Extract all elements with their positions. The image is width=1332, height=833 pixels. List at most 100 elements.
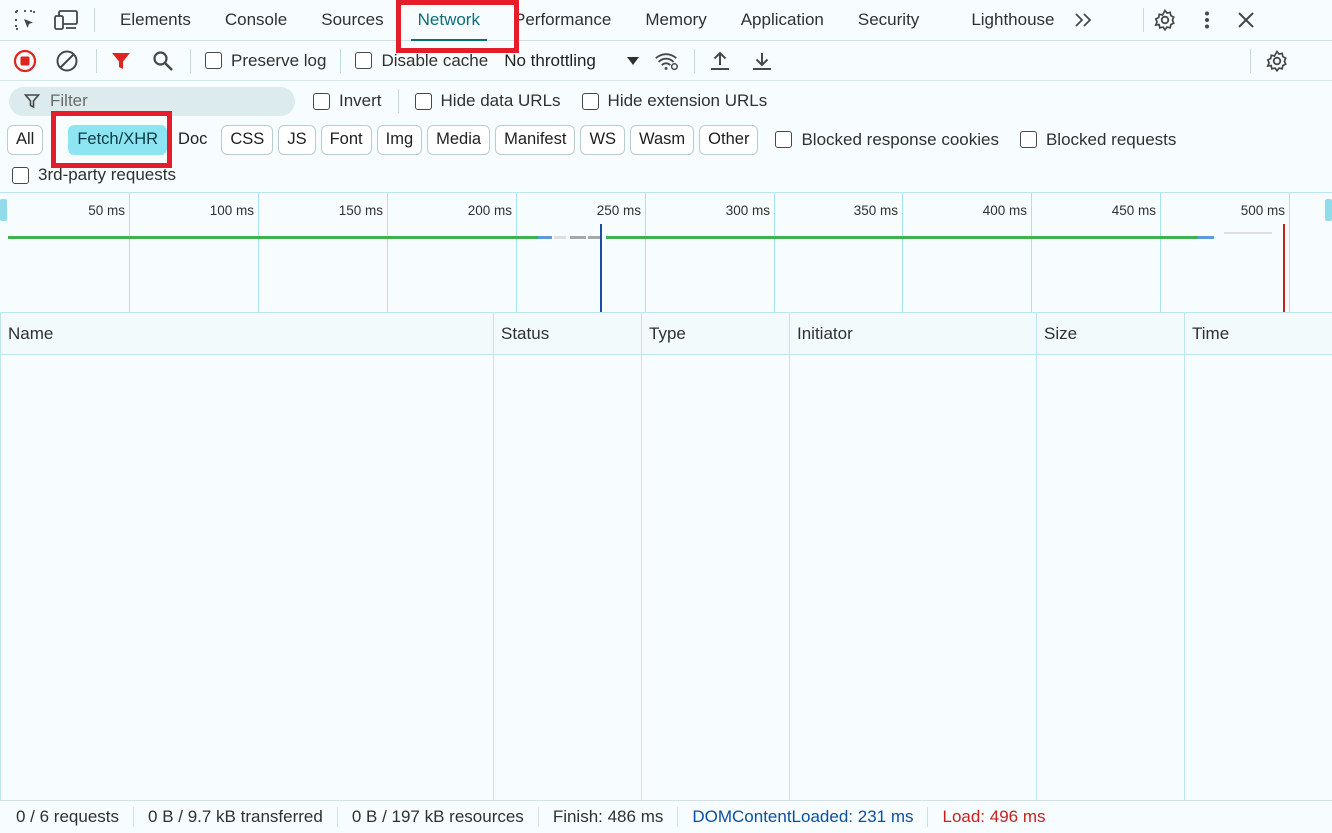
devtools-tab-bar: Elements Console Sources Network Perform… bbox=[0, 0, 1332, 41]
kebab-menu-icon[interactable] bbox=[1194, 7, 1220, 33]
invert-checkbox[interactable]: Invert bbox=[313, 91, 382, 111]
timeline-gridline bbox=[387, 193, 388, 312]
export-har-icon[interactable] bbox=[749, 48, 775, 74]
select-element-icon[interactable] bbox=[12, 7, 38, 33]
timeline-tick-label: 350 ms bbox=[853, 203, 898, 218]
dom-content-loaded-marker bbox=[600, 224, 602, 312]
type-filter-img[interactable]: Img bbox=[376, 124, 423, 155]
checkbox-box[interactable] bbox=[205, 52, 222, 69]
hide-data-urls-checkbox[interactable]: Hide data URLs bbox=[414, 91, 561, 111]
filter-icon[interactable] bbox=[108, 48, 134, 74]
device-toolbar-icon[interactable] bbox=[54, 7, 80, 33]
timeline-tick-label: 150 ms bbox=[338, 203, 383, 218]
blocked-requests-checkbox[interactable]: Blocked requests bbox=[1019, 130, 1176, 150]
checkbox-box[interactable] bbox=[355, 52, 373, 69]
timeline-request-bar bbox=[570, 236, 586, 239]
tab-elements[interactable]: Elements bbox=[103, 0, 208, 41]
network-overview-timeline[interactable]: 50 ms 100 ms 150 ms 200 ms 250 ms 300 ms 350 m… bbox=[0, 192, 1332, 313]
finish-time: Finish: 486 ms bbox=[539, 807, 679, 827]
checkbox-box[interactable] bbox=[12, 166, 29, 184]
type-filter-doc[interactable]: Doc bbox=[169, 125, 216, 155]
timeline-gridline bbox=[1289, 193, 1290, 312]
timeline-gridline bbox=[902, 193, 903, 312]
request-table-header: Name Status Type Initiator Size Time bbox=[1, 313, 1332, 355]
column-header-name[interactable]: Name bbox=[1, 313, 494, 354]
divider bbox=[94, 8, 95, 32]
search-icon[interactable] bbox=[150, 48, 176, 74]
column-divider bbox=[1036, 355, 1037, 800]
checkbox-box[interactable] bbox=[313, 92, 330, 110]
tab-memory[interactable]: Memory bbox=[628, 0, 723, 41]
record-stop-icon[interactable] bbox=[12, 48, 38, 74]
column-header-initiator[interactable]: Initiator bbox=[790, 313, 1037, 354]
type-filter-wasm[interactable]: Wasm bbox=[630, 124, 695, 155]
type-filter-manifest[interactable]: Manifest bbox=[495, 124, 576, 155]
network-toolbar: Preserve log Disable cache No throttling bbox=[0, 41, 1332, 81]
timeline-request-bar bbox=[1224, 232, 1272, 234]
blocked-response-cookies-checkbox[interactable]: Blocked response cookies bbox=[775, 130, 999, 150]
requests-count: 0 / 6 requests bbox=[0, 807, 135, 827]
disable-cache-checkbox[interactable]: Disable cache bbox=[355, 51, 488, 71]
divider bbox=[397, 89, 399, 113]
more-tabs-icon[interactable] bbox=[1071, 7, 1097, 33]
tab-sources[interactable]: Sources bbox=[304, 0, 400, 41]
timeline-right-handle[interactable] bbox=[1325, 199, 1332, 221]
divider bbox=[693, 48, 695, 73]
type-filter-ws[interactable]: WS bbox=[580, 124, 626, 155]
filter-funnel-icon bbox=[24, 93, 40, 109]
type-filter-fetch-xhr[interactable]: Fetch/XHR bbox=[68, 124, 168, 155]
timeline-gridline bbox=[258, 193, 259, 312]
load-time: Load: 496 ms bbox=[942, 807, 1046, 826]
hide-extension-urls-label: Hide extension URLs bbox=[607, 91, 768, 110]
network-summary-bar: 0 / 6 requests 0 B / 9.7 kB transferred … bbox=[0, 800, 1332, 833]
timeline-request-bar bbox=[606, 236, 1198, 239]
column-header-type[interactable]: Type bbox=[642, 313, 790, 354]
timeline-request-bar bbox=[538, 236, 552, 239]
network-conditions-icon[interactable] bbox=[654, 48, 680, 74]
hide-data-urls-label: Hide data URLs bbox=[440, 91, 561, 110]
checkbox-box[interactable] bbox=[1019, 131, 1037, 148]
timeline-gridline bbox=[774, 193, 775, 312]
filter-input[interactable]: Filter bbox=[9, 86, 295, 116]
column-divider bbox=[1184, 355, 1185, 800]
network-settings-icon[interactable] bbox=[1264, 48, 1290, 74]
tab-security[interactable]: Security bbox=[841, 0, 955, 41]
settings-icon[interactable] bbox=[1152, 7, 1178, 33]
type-filter-other[interactable]: Other bbox=[699, 124, 759, 155]
blocked-response-cookies-label: Blocked response cookies bbox=[801, 129, 999, 149]
type-filter-media[interactable]: Media bbox=[427, 124, 491, 155]
hide-extension-urls-checkbox[interactable]: Hide extension URLs bbox=[581, 91, 768, 111]
tab-network[interactable]: Network bbox=[401, 0, 497, 41]
checkbox-box[interactable] bbox=[581, 92, 599, 110]
column-header-time[interactable]: Time bbox=[1185, 313, 1332, 354]
checkbox-box[interactable] bbox=[414, 92, 432, 110]
close-icon[interactable] bbox=[1233, 7, 1259, 33]
timeline-tick-label: 250 ms bbox=[596, 203, 641, 218]
type-filter-css[interactable]: CSS bbox=[221, 124, 274, 155]
tab-lighthouse[interactable]: Lighthouse bbox=[955, 0, 1062, 41]
preserve-log-checkbox[interactable]: Preserve log bbox=[205, 51, 326, 71]
import-har-icon[interactable] bbox=[707, 48, 733, 74]
timeline-gridline bbox=[1160, 193, 1161, 312]
type-filter-all[interactable]: All bbox=[7, 124, 44, 155]
tab-performance[interactable]: Performance bbox=[497, 0, 628, 41]
filter-placeholder: Filter bbox=[50, 91, 88, 110]
column-header-status[interactable]: Status bbox=[494, 313, 642, 354]
timeline-tick-label: 100 ms bbox=[209, 203, 254, 218]
throttling-select[interactable]: No throttling bbox=[504, 51, 640, 71]
third-party-requests-checkbox[interactable]: 3rd-party requests bbox=[12, 165, 176, 185]
timeline-left-handle[interactable] bbox=[0, 199, 7, 221]
divider bbox=[1142, 8, 1144, 32]
checkbox-box[interactable] bbox=[775, 131, 793, 148]
dom-content-loaded-time: DOMContentLoaded: 231 ms bbox=[678, 807, 929, 827]
type-filter-js[interactable]: JS bbox=[278, 124, 316, 155]
clear-icon[interactable] bbox=[54, 48, 80, 74]
tab-console[interactable]: Console bbox=[208, 0, 304, 41]
column-header-size[interactable]: Size bbox=[1037, 313, 1185, 354]
transferred-size: 0 B / 9.7 kB transferred bbox=[134, 807, 338, 827]
type-filter-font[interactable]: Font bbox=[320, 124, 372, 155]
column-divider bbox=[789, 355, 790, 800]
timeline-gridline bbox=[645, 193, 646, 312]
panel-tabs: Elements Console Sources Network Perform… bbox=[103, 0, 1063, 41]
tab-application[interactable]: Application bbox=[724, 0, 841, 41]
